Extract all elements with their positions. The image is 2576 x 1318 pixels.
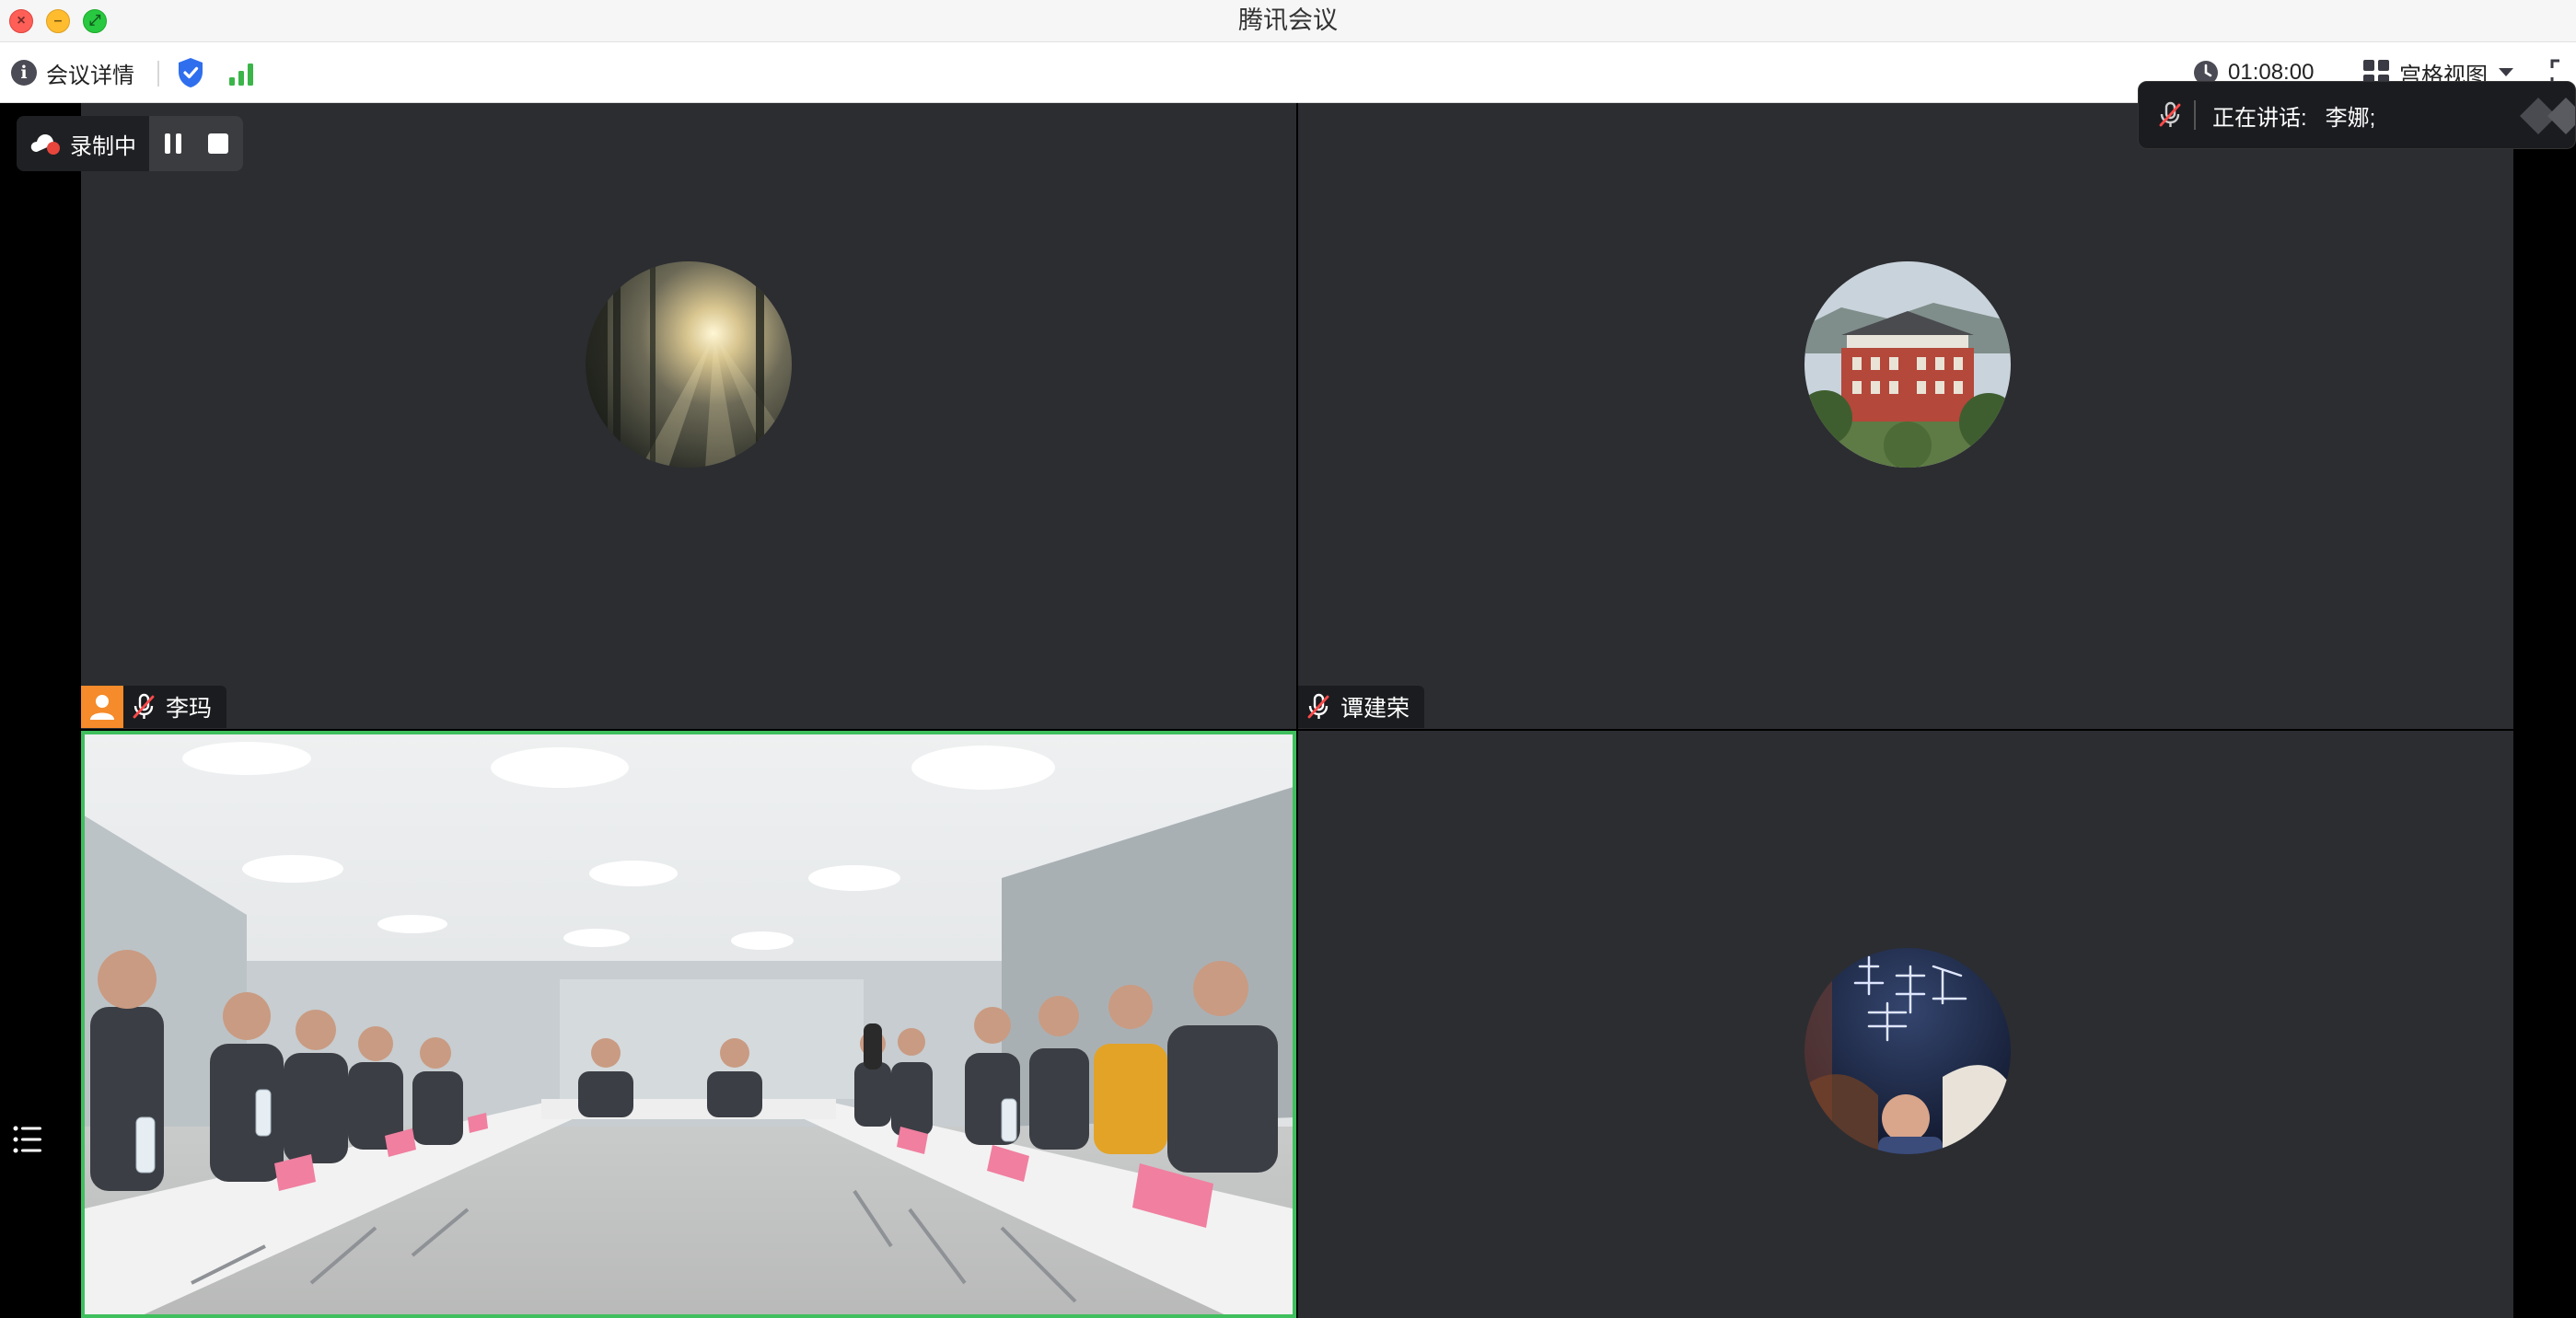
recording-label: 录制中 [70, 133, 136, 159]
speaking-divider [2194, 100, 2196, 130]
forest-sunbeam-image [586, 261, 792, 468]
participant-avatar [586, 261, 792, 468]
participant-avatar [1804, 948, 2011, 1154]
stop-icon[interactable] [206, 132, 230, 156]
participant-nametag: 谭建荣 [1298, 686, 1425, 728]
speaking-decoration-icon [2520, 98, 2575, 134]
window-title: 腾讯会议 [1238, 6, 1338, 34]
speaking-label: 正在讲话: [2212, 105, 2307, 131]
participant-video-tile[interactable] [81, 731, 1296, 1318]
participant-name: 谭建荣 [1340, 696, 1410, 722]
conference-room-video [81, 731, 1296, 1318]
network-signal-icon[interactable] [228, 61, 256, 87]
recording-status: 录制中 [17, 116, 149, 171]
toolbar-divider [157, 61, 159, 87]
window-titlebar: × – ⤢ 腾讯会议 [0, 0, 2576, 42]
user-icon [90, 695, 114, 720]
user-badge [81, 686, 123, 728]
recording-widget: 录制中 [17, 116, 243, 171]
mic-muted-icon [133, 693, 155, 721]
speaking-indicator: 正在讲话: 李娜; [2138, 81, 2576, 149]
chevron-down-icon [2499, 68, 2513, 76]
pause-icon[interactable] [162, 132, 184, 156]
night-drone-show-image [1804, 948, 2011, 1154]
recording-controls [149, 116, 243, 171]
meeting-details-label: 会议详情 [46, 63, 134, 88]
participant-tile[interactable] [81, 103, 1296, 729]
participant-name: 李玛 [166, 696, 213, 722]
participant-tile[interactable] [1298, 103, 2513, 729]
participant-nametag: 李玛 [81, 686, 227, 728]
speaking-names: 李娜; [2325, 105, 2376, 131]
security-shield-icon[interactable] [177, 57, 204, 88]
mic-muted-icon [2159, 101, 2181, 129]
participant-tile[interactable] [1298, 731, 2513, 1318]
mic-muted-icon [1307, 693, 1329, 721]
participant-list-icon[interactable] [7, 1119, 48, 1160]
cloud-recording-icon [30, 134, 60, 155]
meeting-details-button[interactable]: i 会议详情 [11, 57, 134, 88]
participant-avatar [1804, 261, 2011, 468]
info-icon: i [11, 60, 37, 86]
red-brick-building-image [1804, 261, 2011, 468]
